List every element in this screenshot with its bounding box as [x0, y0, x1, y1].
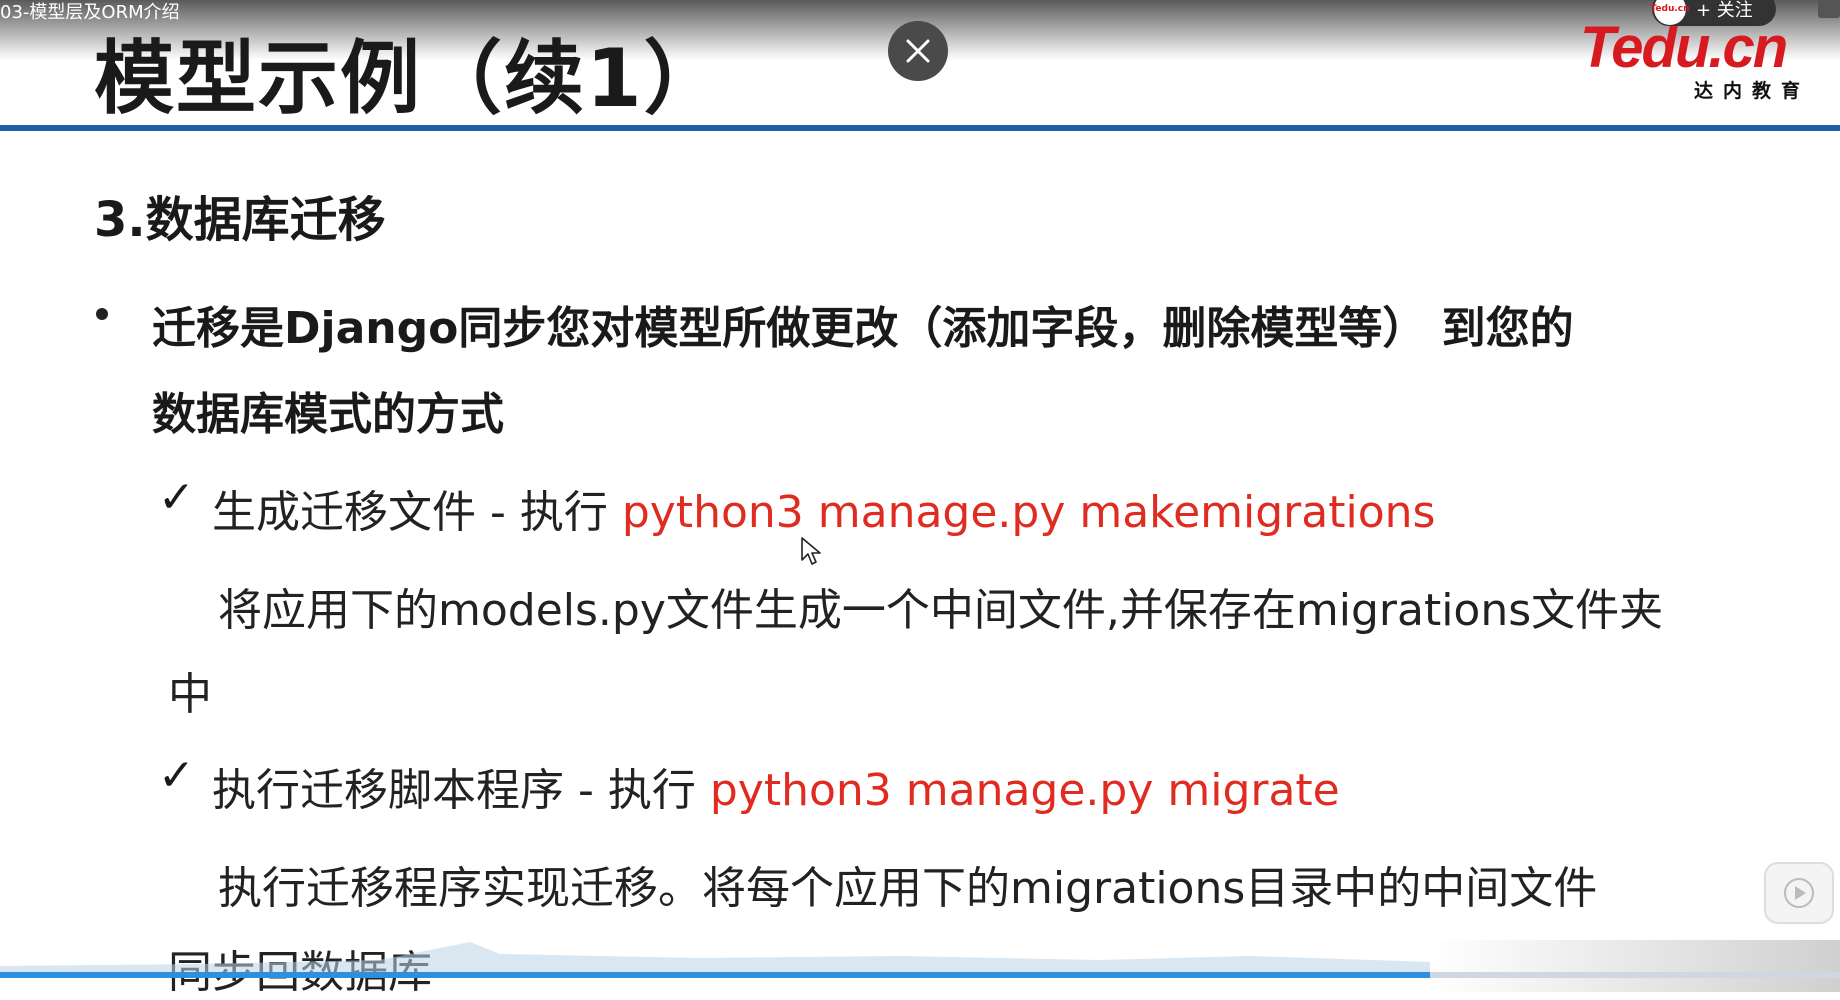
- bottom-thumbnail-strip: [1430, 940, 1840, 992]
- item-migrate: 执行迁移脚本程序 - 执行 python3 manage.py migrate: [212, 754, 1340, 818]
- check-icon: ✓: [158, 750, 195, 801]
- channel-avatar: Tedu.cn: [1650, 0, 1690, 25]
- scrubber-waveform: [0, 942, 1430, 972]
- share-icon[interactable]: [1818, 0, 1840, 18]
- tedu-logo: Tedu.cn 达内教育: [1580, 14, 1810, 102]
- progress-fill[interactable]: [0, 972, 1430, 978]
- close-icon: [906, 39, 930, 63]
- play-button[interactable]: [1764, 862, 1834, 924]
- command-migrate: python3 manage.py migrate: [709, 765, 1340, 816]
- bullet-line-1: 迁移是Django同步您对模型所做更改（添加字段，删除模型等） 到您的: [152, 303, 1574, 354]
- item-description-line-1: 将应用下的models.py文件生成一个中间文件,并保存在migrations文…: [218, 585, 1664, 636]
- follow-button[interactable]: Tedu.cn + 关注: [1650, 0, 1776, 26]
- section-heading: 3.数据库迁移: [94, 192, 386, 248]
- follow-label: + 关注: [1696, 0, 1753, 21]
- command-makemigrations: python3 manage.py makemigrations: [621, 487, 1436, 538]
- logo-subtitle: 达内教育: [1693, 80, 1810, 102]
- item-makemigrations: 生成迁移文件 - 执行 python3 manage.py makemigrat…: [212, 476, 1435, 540]
- title-divider: [0, 125, 1840, 131]
- slide-title: 模型示例（续1）: [94, 32, 726, 125]
- play-icon: [1784, 878, 1814, 908]
- item-description-line-2: 中: [168, 669, 212, 720]
- bullet-dot: [96, 308, 108, 320]
- item-description-line-1: 执行迁移程序实现迁移。将每个应用下的migrations目录中的中间文件: [218, 863, 1598, 914]
- bullet-line-2: 数据库模式的方式: [152, 389, 504, 440]
- item-label: 生成迁移文件 - 执行: [212, 487, 622, 538]
- check-icon: ✓: [158, 472, 195, 523]
- close-button[interactable]: [888, 21, 948, 81]
- item-label: 执行迁移脚本程序 - 执行: [212, 765, 710, 816]
- mouse-pointer-icon: [801, 537, 821, 565]
